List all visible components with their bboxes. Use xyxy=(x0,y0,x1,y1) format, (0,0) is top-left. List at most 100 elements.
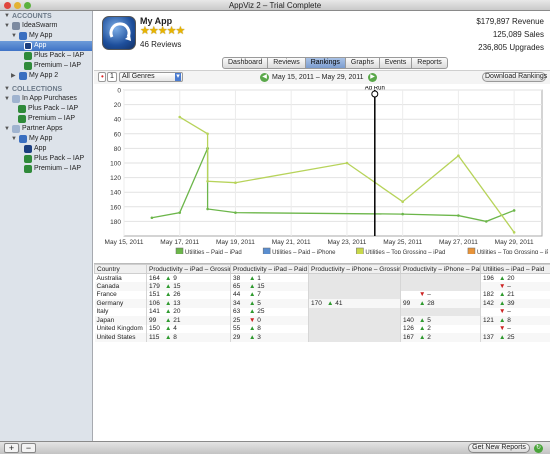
sidebar-item-partner-app[interactable]: App xyxy=(0,144,92,154)
rank-change: 21 xyxy=(505,291,515,299)
tab-rankings[interactable]: Rankings xyxy=(305,58,346,68)
country-cell: Italy xyxy=(94,307,147,316)
accounts-header[interactable]: ▼ ACCOUNTS xyxy=(0,12,92,21)
column-header[interactable]: Utilities – iPad – Paid xyxy=(480,264,550,274)
rank-cell: 34 ▲ 5 xyxy=(230,299,309,308)
table-row[interactable]: Italy 141 ▲ 20 63 ▲ 25 ▼ – xyxy=(94,307,550,316)
refresh-icon[interactable]: ↻ xyxy=(534,444,543,453)
app-logo-icon xyxy=(102,16,136,50)
tab-reviews[interactable]: Reviews xyxy=(268,58,306,68)
table-row[interactable]: Canada 179 ▲ 15 65 ▲ 15 ▼ – xyxy=(94,282,550,291)
rank-change: – xyxy=(505,325,511,333)
column-header[interactable]: Productivity – iPhone – Grossing xyxy=(308,264,401,274)
next-range-icon[interactable]: ▶ xyxy=(368,73,377,82)
revenue-label: Revenue xyxy=(511,17,544,26)
legend-swatch xyxy=(467,247,476,256)
rank-change: 3 xyxy=(255,333,261,341)
sidebar-item-my-app-2[interactable]: ▶ My App 2 xyxy=(0,71,92,81)
bottom-bar: + − Get New Reports ↻ xyxy=(0,441,550,454)
rank-cell: 115 ▲ 8 xyxy=(146,333,231,342)
table-row[interactable]: France 151 ▲ 26 44 ▲ 7 ▼ –182 ▲ 21 xyxy=(94,290,550,299)
sidebar-item-coll-premium[interactable]: Premium – IAP xyxy=(0,114,92,124)
iap-icon xyxy=(24,165,32,173)
rank-change: 8 xyxy=(171,333,177,341)
sidebar-item-coll-plus[interactable]: Plus Pack – IAP xyxy=(0,104,92,114)
pin-icon[interactable]: • xyxy=(98,72,106,82)
app-icon xyxy=(24,145,32,153)
table-row[interactable]: Australia 164 ▲ 9 38 ▲ 1 196 ▲ 20 xyxy=(94,273,550,282)
iap-icon xyxy=(24,52,32,60)
rank-change: 1 xyxy=(255,274,261,282)
data-point xyxy=(457,214,460,217)
sidebar-item-partner-premium[interactable]: Premium – IAP xyxy=(0,164,92,174)
tab-dashboard[interactable]: Dashboard xyxy=(223,58,269,68)
table-row[interactable]: Germany 106 ▲ 13 34 ▲ 5 170 ▲ 41 99 ▲ 28 142 ▲ 39 xyxy=(94,299,550,308)
sidebar-item-plus-pack[interactable]: Plus Pack – IAP xyxy=(0,51,92,61)
data-point xyxy=(234,211,237,214)
legend-label: Utilities – Top Grossing – iPhone xyxy=(477,250,548,254)
empty-cell xyxy=(308,273,401,282)
upgrades-label: Upgrades xyxy=(509,43,544,52)
genre-select[interactable]: All Genres ▾ xyxy=(119,72,183,82)
sidebar-item-in-app-purchases[interactable]: ▼ In App Purchases xyxy=(0,94,92,104)
close-window-icon[interactable] xyxy=(4,2,11,9)
legend-label: Utilities – Paid – iPad xyxy=(185,250,242,254)
column-header[interactable]: Productivity – iPad – Grossing xyxy=(146,264,231,274)
column-header[interactable]: Country xyxy=(94,264,147,274)
iap-icon xyxy=(18,105,26,113)
sidebar-item-premium[interactable]: Premium – IAP xyxy=(0,61,92,71)
sidebar-item-account[interactable]: ▼ IdeaSwarm xyxy=(0,21,92,31)
country-cell: United States xyxy=(94,333,147,342)
zoom-window-icon[interactable] xyxy=(24,2,31,9)
rank-change: 8 xyxy=(255,325,261,333)
legend-label: Utilities – Paid – iPhone xyxy=(272,250,336,254)
pin-count[interactable]: 1 xyxy=(107,72,117,82)
y-tick-label: 120 xyxy=(110,175,121,182)
download-rankings-button[interactable]: Download Rankings xyxy=(482,72,547,82)
rank-value: 137 xyxy=(483,333,494,341)
tab-graphs[interactable]: Graphs xyxy=(346,58,380,68)
rankings-chart: 0 20 40 60 80 100 120 140 160 180 May 15, 2011 May … xyxy=(96,86,550,257)
empty-cell xyxy=(308,333,401,342)
previous-range-icon[interactable]: ◀ xyxy=(260,73,269,82)
rank-cell: 29 ▲ 3 xyxy=(230,333,309,342)
column-header[interactable]: Productivity – iPad – Paid xyxy=(230,264,309,274)
rank-change: 2 xyxy=(425,333,431,341)
rank-change: – xyxy=(425,291,431,299)
minimize-window-icon[interactable] xyxy=(14,2,21,9)
rank-cell: 142 ▲ 39 xyxy=(480,299,550,308)
sidebar-item-partner-plus[interactable]: Plus Pack – IAP xyxy=(0,154,92,164)
column-header[interactable]: Productivity – iPhone – Paid xyxy=(400,264,481,274)
get-new-reports-button[interactable]: Get New Reports xyxy=(468,443,530,453)
add-button[interactable]: + xyxy=(4,443,19,453)
table-row[interactable]: United States 115 ▲ 8 29 ▲ 3 167 ▲ 2 137 ▲ 25 xyxy=(94,333,550,342)
tab-events[interactable]: Events xyxy=(380,58,413,68)
sidebar-item-my-app[interactable]: ▼ My App xyxy=(0,31,92,41)
rank-value: 150 xyxy=(149,325,160,333)
x-tick-label: May 29, 2011 xyxy=(495,239,534,246)
rank-value: 182 xyxy=(483,291,494,299)
remove-button[interactable]: − xyxy=(21,443,36,453)
sidebar-item-app[interactable]: App xyxy=(0,41,92,51)
app-icon xyxy=(19,32,27,40)
folder-icon xyxy=(12,95,20,103)
legend-swatch xyxy=(356,247,364,256)
sidebar-item-partner-my-app[interactable]: ▼ My App xyxy=(0,134,92,144)
rank-value: 99 xyxy=(403,299,411,307)
rank-change: 5 xyxy=(255,299,261,307)
data-point xyxy=(150,216,154,220)
tab-reports[interactable]: Reports xyxy=(412,58,447,68)
data-point xyxy=(178,115,182,119)
rank-cell: ▼ – xyxy=(480,324,550,333)
rank-change: 26 xyxy=(171,291,181,299)
rank-change: 15 xyxy=(171,282,181,290)
x-tick-label: May 19, 2011 xyxy=(216,239,255,246)
sidebar-item-partner-apps[interactable]: ▼ Partner Apps xyxy=(0,124,92,134)
table-row[interactable]: Japan 99 ▲ 21 25 ▼ 0 140 ▲ 5 121 ▲ 8 xyxy=(94,316,550,325)
rank-change: 2 xyxy=(425,325,431,333)
table-row[interactable]: United Kingdom 150 ▲ 4 55 ▲ 8 126 ▲ 2 ▼ – xyxy=(94,324,550,333)
collections-header[interactable]: ▼ COLLECTIONS xyxy=(0,85,92,94)
review-count[interactable]: 46 Reviews xyxy=(140,40,181,49)
rank-cell: 182 ▲ 21 xyxy=(480,290,550,299)
rank-change: 5 xyxy=(425,316,431,324)
